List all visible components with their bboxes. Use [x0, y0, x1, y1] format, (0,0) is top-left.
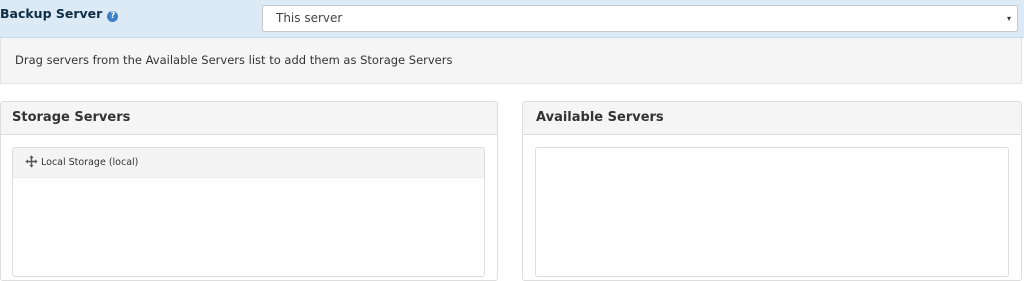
- backup-server-select-value: This server: [276, 11, 343, 25]
- chevron-down-icon: ▾: [1006, 14, 1011, 23]
- storage-servers-list[interactable]: Local Storage (local): [12, 147, 485, 277]
- drag-instructions-text: Drag servers from the Available Servers …: [15, 53, 453, 67]
- help-icon[interactable]: ?: [107, 11, 119, 22]
- available-servers-heading: Available Servers: [523, 102, 1021, 135]
- backup-server-label-text: Backup Server: [0, 6, 103, 21]
- available-servers-panel: Available Servers: [522, 101, 1022, 281]
- list-item-local-storage[interactable]: Local Storage (local): [13, 148, 484, 178]
- backup-server-row: Backup Server? This server ▾: [0, 0, 1024, 38]
- move-icon[interactable]: [25, 151, 38, 181]
- backup-server-select[interactable]: This server ▾: [262, 5, 1018, 32]
- local-storage-label: Local Storage (local): [41, 157, 139, 168]
- storage-servers-heading: Storage Servers: [1, 102, 497, 135]
- available-servers-list[interactable]: [535, 147, 1009, 277]
- backup-server-label: Backup Server?: [0, 0, 119, 28]
- storage-servers-panel: Storage Servers Local Storage (local): [0, 101, 498, 281]
- drag-instructions-box: Drag servers from the Available Servers …: [0, 38, 1022, 84]
